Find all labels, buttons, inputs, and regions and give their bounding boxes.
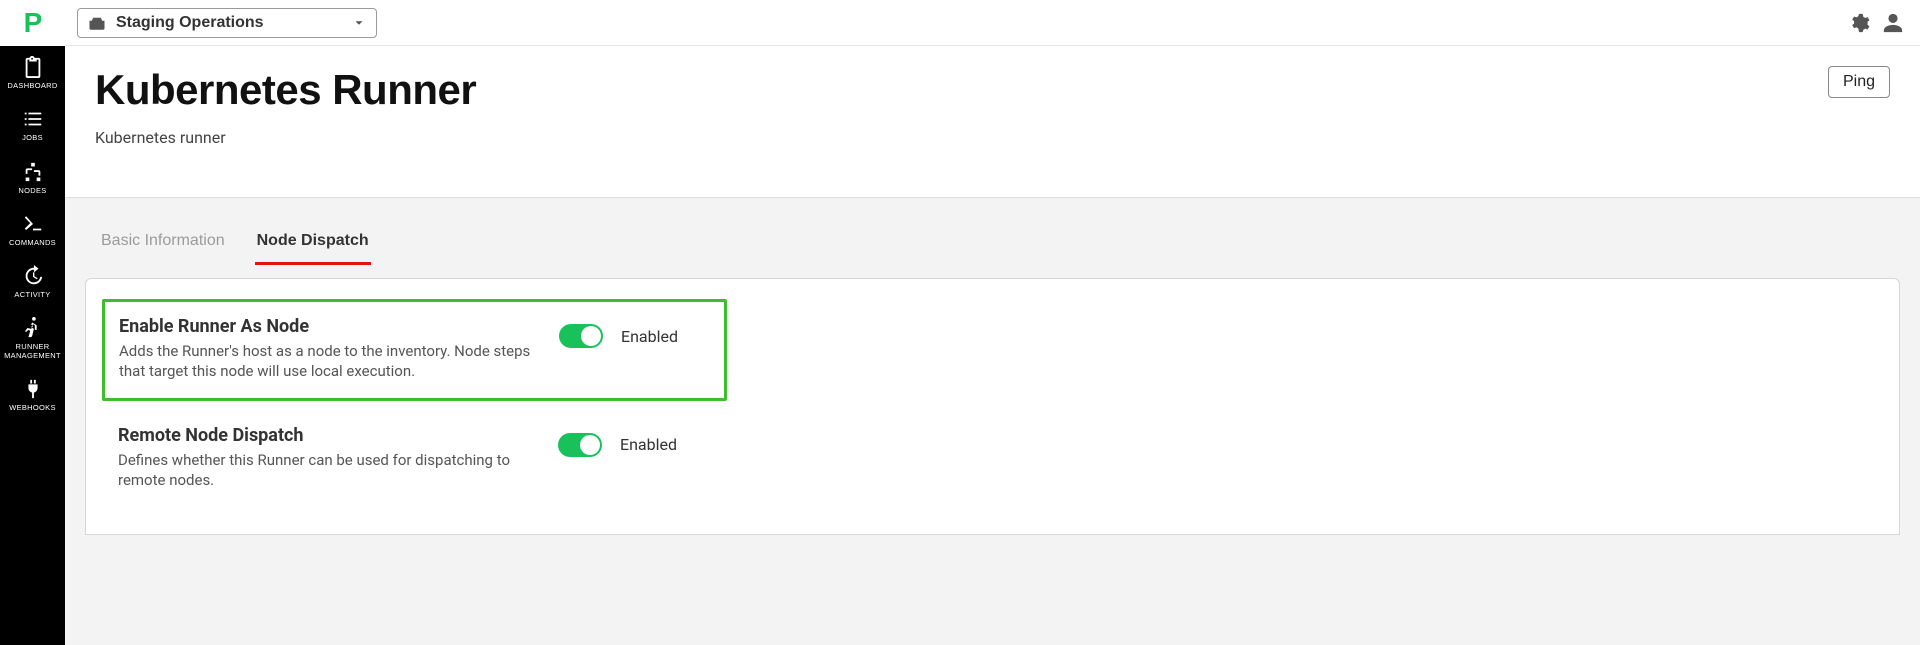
list-check-icon [22, 108, 44, 130]
sidebar: P DASHBOARD JOBS NODES COMMANDS ACTIVITY… [0, 0, 65, 645]
main-column: Staging Operations Kubernetes Runner Kub… [65, 0, 1920, 645]
page-header: Kubernetes Runner Kubernetes runner Ping [65, 46, 1920, 198]
settings-panel: Enable Runner As Node Adds the Runner's … [85, 278, 1900, 535]
sidebar-item-label: WEBHOOKS [9, 404, 56, 412]
clipboard-icon [22, 56, 44, 78]
sidebar-item-label: DASHBOARD [7, 82, 57, 90]
sidebar-item-runner-management[interactable]: RUNNER MANAGEMENT [0, 307, 65, 368]
gear-icon[interactable] [1848, 12, 1870, 34]
sidebar-item-nodes[interactable]: NODES [0, 151, 65, 203]
project-name: Staging Operations [116, 14, 264, 32]
toggle-remote-node-dispatch[interactable] [558, 433, 602, 457]
user-icon[interactable] [1882, 12, 1904, 34]
setting-title: Enable Runner As Node [119, 316, 539, 337]
sidebar-item-label: COMMANDS [9, 239, 56, 247]
sidebar-item-label: NODES [18, 187, 46, 195]
ping-button[interactable]: Ping [1828, 66, 1890, 98]
content-area: Basic Information Node Dispatch Enable R… [65, 198, 1920, 645]
toolbox-icon [88, 16, 106, 30]
sidebar-item-activity[interactable]: ACTIVITY [0, 255, 65, 307]
toggle-state-label: Enabled [621, 327, 678, 346]
setting-title: Remote Node Dispatch [118, 425, 538, 446]
setting-enable-runner-as-node: Enable Runner As Node Adds the Runner's … [102, 299, 727, 401]
chevron-down-icon [352, 16, 366, 30]
toggle-state-label: Enabled [620, 435, 677, 454]
sidebar-item-jobs[interactable]: JOBS [0, 98, 65, 150]
history-icon [22, 265, 44, 287]
setting-description: Defines whether this Runner can be used … [118, 450, 538, 491]
toggle-enable-runner-as-node[interactable] [559, 324, 603, 348]
setting-description: Adds the Runner's host as a node to the … [119, 341, 539, 382]
sidebar-item-dashboard[interactable]: DASHBOARD [0, 46, 65, 98]
brand-logo[interactable]: P [0, 0, 65, 46]
sidebar-item-commands[interactable]: COMMANDS [0, 203, 65, 255]
tab-basic-information[interactable]: Basic Information [99, 226, 227, 265]
terminal-icon [22, 213, 44, 235]
sidebar-item-label: JOBS [22, 134, 43, 142]
sidebar-item-label: ACTIVITY [14, 291, 50, 299]
sidebar-item-label: RUNNER MANAGEMENT [2, 343, 63, 360]
tab-bar: Basic Information Node Dispatch [85, 226, 1900, 266]
topbar-actions [1848, 12, 1904, 34]
project-selector[interactable]: Staging Operations [77, 8, 377, 38]
brand-letter: P [24, 7, 42, 39]
setting-remote-node-dispatch: Remote Node Dispatch Defines whether thi… [102, 411, 1883, 505]
sidebar-item-webhooks[interactable]: WEBHOOKS [0, 368, 65, 420]
plug-icon [22, 378, 44, 400]
page-subtitle: Kubernetes runner [95, 128, 476, 147]
topbar: Staging Operations [65, 0, 1920, 46]
tab-node-dispatch[interactable]: Node Dispatch [255, 226, 371, 265]
sitemap-icon [22, 161, 44, 183]
page-title: Kubernetes Runner [95, 66, 476, 114]
running-icon [22, 317, 44, 339]
